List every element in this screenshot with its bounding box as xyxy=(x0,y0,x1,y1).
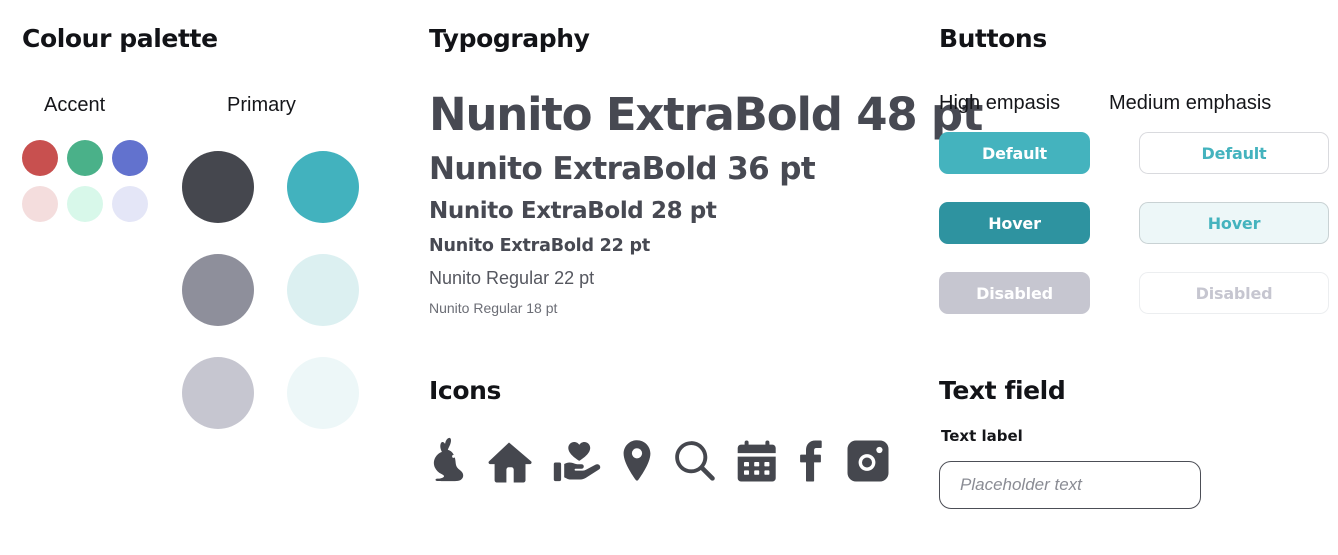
button-column-medium-emphasis: Medium emphasis Default Hover Disabled xyxy=(1109,93,1329,314)
accent-group-label: Accent xyxy=(44,94,106,116)
swatch-accent-blue-light[interactable] xyxy=(112,186,148,222)
swatch-cell xyxy=(67,135,112,181)
colour-palette-section: Colour palette Accent Primary xyxy=(22,26,422,444)
primary-swatch-grid xyxy=(182,135,412,444)
components-section: Buttons High empasis Default Hover Disab… xyxy=(939,26,1329,509)
swatch-cell xyxy=(182,135,287,238)
type-specimen-18-regular: Nunito Regular 18 pt xyxy=(429,300,558,317)
swatch-cell xyxy=(67,181,112,227)
swatch-primary-dark-grey[interactable] xyxy=(182,150,254,223)
search-icon[interactable] xyxy=(673,439,715,483)
icon-row xyxy=(429,437,899,483)
button-medium-hover[interactable]: Hover xyxy=(1139,202,1329,244)
swatch-accent-red-light[interactable] xyxy=(22,186,58,222)
home-icon[interactable] xyxy=(486,441,532,483)
swatch-cell xyxy=(112,135,157,181)
palette-group-primary: Primary xyxy=(182,95,412,444)
swatch-primary-light-grey[interactable] xyxy=(182,356,254,429)
button-column-high-emphasis: High empasis Default Hover Disabled xyxy=(939,93,1090,314)
button-high-default[interactable]: Default xyxy=(939,132,1090,174)
location-pin-icon[interactable] xyxy=(622,439,652,483)
palette-groups: Accent Primary xyxy=(22,95,422,444)
swatch-cell xyxy=(182,238,287,341)
swatch-accent-green[interactable] xyxy=(67,140,103,176)
swatch-primary-mid-grey[interactable] xyxy=(182,253,254,326)
calendar-icon[interactable] xyxy=(736,439,778,483)
type-specimen-48: Nunito ExtraBold 48 pt xyxy=(429,88,983,141)
style-guide-page: Colour palette Accent Primary Typography… xyxy=(0,0,1338,555)
swatch-accent-blue[interactable] xyxy=(112,140,148,176)
type-specimen-36: Nunito ExtraBold 36 pt xyxy=(429,150,816,187)
swatch-cell xyxy=(22,135,67,181)
text-field-label: Text label xyxy=(941,427,1023,445)
palette-group-accent: Accent xyxy=(22,95,182,444)
type-specimen-28: Nunito ExtraBold 28 pt xyxy=(429,198,717,225)
button-columns: High empasis Default Hover Disabled Medi… xyxy=(939,93,1329,314)
instagram-icon[interactable] xyxy=(846,439,890,483)
accent-swatch-grid xyxy=(22,135,182,227)
swatch-accent-green-light[interactable] xyxy=(67,186,103,222)
text-field-section: Text field Text label xyxy=(939,378,1329,509)
button-medium-disabled[interactable]: Disabled xyxy=(1139,272,1329,314)
swatch-cell xyxy=(287,238,392,341)
hand-heart-icon[interactable] xyxy=(553,439,601,483)
buttons-title: Buttons xyxy=(939,24,1047,53)
text-field-input[interactable] xyxy=(958,474,1182,496)
medium-emphasis-label: Medium emphasis xyxy=(1109,92,1272,114)
swatch-primary-teal[interactable] xyxy=(287,150,359,223)
high-emphasis-label: High empasis xyxy=(939,92,1061,114)
swatch-accent-red[interactable] xyxy=(22,140,58,176)
swatch-cell xyxy=(112,181,157,227)
primary-group-label: Primary xyxy=(227,94,296,116)
typography-section: Typography Nunito ExtraBold 48 pt Nunito… xyxy=(429,24,983,483)
text-field-title: Text field xyxy=(939,376,1066,405)
swatch-primary-teal-lightest[interactable] xyxy=(287,356,359,429)
text-field-wrapper[interactable] xyxy=(939,461,1201,509)
swatch-cell xyxy=(287,341,392,444)
icons-section: Icons xyxy=(429,378,899,483)
typography-title: Typography xyxy=(429,24,590,53)
icons-title: Icons xyxy=(429,376,501,406)
swatch-cell xyxy=(22,181,67,227)
type-specimen-22-bold: Nunito ExtraBold 22 pt xyxy=(429,235,651,256)
swatch-cell xyxy=(182,341,287,444)
facebook-icon[interactable] xyxy=(799,439,825,483)
rabbit-icon[interactable] xyxy=(431,437,465,483)
swatch-primary-teal-light[interactable] xyxy=(287,253,359,326)
swatch-cell xyxy=(287,135,392,238)
colour-palette-title: Colour palette xyxy=(22,24,218,53)
button-high-hover[interactable]: Hover xyxy=(939,202,1090,244)
button-medium-default[interactable]: Default xyxy=(1139,132,1329,174)
type-specimen-22-regular: Nunito Regular 22 pt xyxy=(429,267,595,288)
button-high-disabled[interactable]: Disabled xyxy=(939,272,1090,314)
